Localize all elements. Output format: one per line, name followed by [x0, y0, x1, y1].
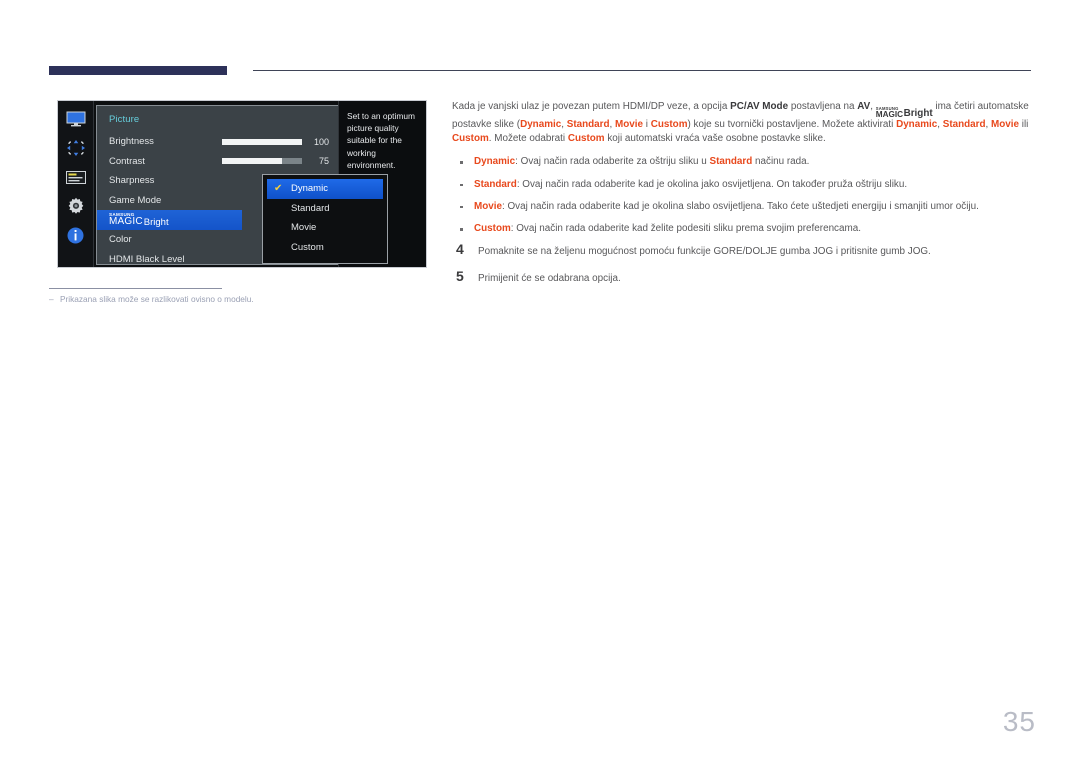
list-item: Standard: Ovaj način rada odaberite kad …: [452, 178, 1032, 192]
brightness-value: 100: [313, 136, 329, 147]
header-accent-bar: [49, 66, 227, 75]
list-item: Movie: Ovaj način rada odaberite kad je …: [452, 200, 1032, 214]
magicbright-logo: SAMSUNG MAGIC Bright: [109, 213, 169, 227]
slider-track: [222, 158, 302, 165]
onscreen-display-icon[interactable]: [65, 168, 87, 186]
checkmark-icon: ✔: [274, 182, 283, 194]
footnote: – Prikazana slika može se razlikovati ovi…: [49, 294, 254, 304]
text-run: : Ovaj način rada odaberite kad želite p…: [510, 222, 861, 234]
dropdown-option-standard[interactable]: Standard: [263, 199, 387, 219]
emphasis-mode-name: Custom: [650, 119, 688, 131]
osd-item-label: Contrast: [109, 155, 145, 167]
dropdown-option-label: Standard: [291, 202, 330, 214]
emphasis-mode-name: Standard: [709, 156, 753, 168]
contrast-value: 75: [318, 156, 329, 167]
emphasis-mode-name: Custom: [452, 133, 489, 145]
emphasis-mode-name: Movie: [991, 119, 1020, 131]
manual-page: Picture Brightness 100 Contrast 75 Sharp…: [0, 0, 1080, 763]
instruction-step: 5 Primijenit će se odabrana opcija.: [452, 267, 1032, 286]
gear-settings-icon[interactable]: [65, 197, 87, 215]
step-text: Primijenit će se odabrana opcija.: [478, 272, 621, 284]
text-run: i: [643, 119, 651, 131]
contrast-slider[interactable]: 75: [222, 152, 329, 172]
osd-item-label: Color: [109, 234, 132, 246]
step-number: 5: [456, 267, 464, 284]
emphasis-mode-name: Dynamic: [520, 119, 562, 131]
header-rule: [253, 70, 1031, 71]
text-run: postavljena na: [788, 101, 858, 112]
mode-bullet-list: Dynamic: Ovaj način rada odaberite za oš…: [452, 155, 1032, 236]
dropdown-option-movie[interactable]: Movie: [263, 218, 387, 238]
footnote-dash: –: [49, 294, 54, 304]
osd-item-label: Sharpness: [109, 175, 155, 187]
list-item: Dynamic: Ovaj način rada odaberite za oš…: [452, 155, 1032, 169]
dropdown-option-custom[interactable]: Custom: [263, 238, 387, 258]
emphasis-mode-name: Standard: [474, 178, 517, 190]
emphasis-mode-name: Dynamic: [896, 119, 938, 131]
text-run: načinu rada.: [752, 156, 810, 168]
emphasis-option-name: AV: [857, 101, 871, 112]
monitor-icon[interactable]: [65, 110, 87, 128]
dropdown-option-label: Dynamic: [291, 183, 328, 195]
step-text: Pomaknite se na željenu mogućnost pomoću…: [478, 245, 931, 257]
magicbright-inline-logo: SAMSUNG MAGIC Bright: [875, 106, 933, 120]
magic-wordmark: MAGIC: [875, 109, 904, 119]
osd-menu-title: Picture: [109, 114, 140, 125]
osd-item-magicbright[interactable]: SAMSUNG MAGIC Bright: [97, 210, 242, 230]
emphasis-mode-name: Movie: [474, 200, 502, 212]
slider-fill: [222, 138, 302, 145]
text-run: . Možete odabrati: [488, 133, 568, 145]
dropdown-option-label: Movie: [291, 222, 317, 234]
osd-item-contrast[interactable]: Contrast 75: [97, 152, 339, 172]
page-number: 35: [1002, 706, 1036, 737]
emphasis-mode-name: Standard: [942, 119, 986, 131]
slider-track: [222, 138, 302, 145]
osd-item-label: Game Mode: [109, 195, 162, 207]
step-number: 4: [456, 240, 464, 257]
osd-icon-rail: [58, 101, 94, 267]
arrows-adjust-icon[interactable]: [65, 139, 87, 157]
emphasis-mode-name: Custom: [474, 222, 511, 234]
instruction-steps: 4 Pomaknite se na željenu mogućnost pomoć…: [452, 240, 1032, 286]
osd-screenshot: Picture Brightness 100 Contrast 75 Sharp…: [57, 100, 427, 268]
brightness-slider[interactable]: 100: [222, 132, 329, 152]
list-item: Custom: Ovaj način rada odaberite kad že…: [452, 222, 1032, 236]
osd-item-label: HDMI Black Level: [109, 253, 185, 265]
emphasis-mode-name: Movie: [615, 119, 644, 131]
magicbright-dropdown: ✔ Dynamic Standard Movie Custom: [262, 174, 388, 264]
bright-wordmark: Bright: [903, 108, 933, 120]
footnote-text: Prikazana slika može se razlikovati ovis…: [60, 294, 254, 304]
text-run: ili: [1019, 119, 1029, 131]
instruction-step: 4 Pomaknite se na željenu mogućnost pomoć…: [452, 240, 1032, 259]
emphasis-option-name: PC/AV Mode: [730, 101, 789, 112]
bright-wordmark: Bright: [143, 216, 169, 228]
osd-item-label: Brightness: [109, 136, 154, 148]
text-run: : Ovaj način rada odaberite kad je okoli…: [516, 178, 908, 190]
magic-wordmark: MAGIC: [109, 216, 143, 228]
emphasis-mode-name: Custom: [567, 133, 605, 145]
intro-paragraph: Kada je vanjski ulaz je povezan putem HD…: [452, 100, 1032, 146]
emphasis-mode-name: Dynamic: [474, 156, 516, 168]
text-run: ) koje su tvornički postavljene. Možete …: [687, 119, 897, 131]
information-icon[interactable]: [65, 226, 87, 244]
text-run: koji automatski vraća vaše osobne postav…: [604, 133, 826, 145]
slider-fill: [222, 158, 282, 165]
osd-item-brightness[interactable]: Brightness 100: [97, 132, 339, 152]
emphasis-mode-name: Standard: [566, 119, 610, 131]
body-content: Kada je vanjski ulaz je povezan putem HD…: [452, 100, 1032, 299]
text-run: : Ovaj način rada odaberite kad je okoli…: [502, 200, 979, 212]
footnote-rule: [49, 288, 222, 289]
dropdown-option-label: Custom: [291, 241, 324, 253]
dropdown-option-dynamic[interactable]: ✔ Dynamic: [267, 179, 383, 199]
text-run: : Ovaj način rada odaberite za oštriju s…: [515, 156, 710, 168]
text-run: Kada je vanjski ulaz je povezan putem HD…: [452, 101, 731, 112]
